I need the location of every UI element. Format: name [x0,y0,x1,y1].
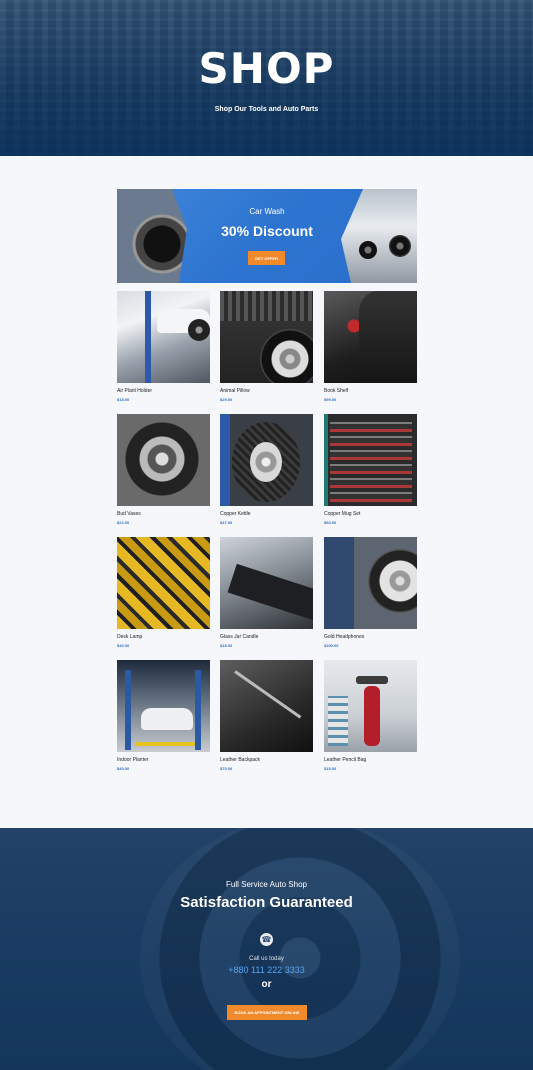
product-card[interactable]: Copper Kettle $47.00 [220,414,313,525]
product-image[interactable] [324,414,417,506]
product-image-detail [356,676,388,684]
product-name[interactable]: Glass Jar Candle [220,634,258,640]
product-image[interactable] [117,414,210,506]
product-image[interactable] [220,414,313,506]
product-price: $60.00 [324,520,337,525]
product-image-detail [368,549,417,613]
product-card[interactable]: Book Shelf $99.00 [324,291,417,402]
product-image[interactable] [220,660,313,752]
call-label: Call us today [249,956,284,962]
product-image-detail [234,670,302,719]
product-name[interactable]: Copper Kettle [220,511,251,517]
product-image-detail [141,708,193,730]
page-subtitle: Shop Our Tools and Auto Parts [214,106,319,113]
product-name[interactable]: Bud Vases [117,511,141,517]
product-price: $29.00 [220,397,233,402]
product-image-detail [125,670,131,750]
product-image[interactable] [220,537,313,629]
product-image[interactable] [220,291,313,383]
banner-subtitle: Car Wash [249,207,285,216]
phone-icon: ☎ [260,933,273,946]
product-card[interactable]: Bud Vases $22.00 [117,414,210,525]
product-card[interactable]: Desk Lamp $40.00 [117,537,210,648]
or-divider: or [261,979,272,990]
product-price: $15.00 [324,766,337,771]
product-card[interactable]: Glass Jar Candle $18.00 [220,537,313,648]
footer-overlay [0,828,533,1070]
product-card[interactable]: Gold Headphones $200.00 [324,537,417,648]
product-card[interactable]: Animal Pillow $29.00 [220,291,313,402]
product-image[interactable] [117,537,210,629]
product-image-detail [328,696,348,746]
product-price: $40.00 [117,643,130,648]
product-image-detail [220,291,313,321]
banner-headline: 30% Discount [221,223,313,239]
product-card[interactable]: Leather Backpack $70.00 [220,660,313,771]
product-image-detail [188,319,210,341]
cta-section: Full Service Auto Shop Satisfaction Guar… [0,828,533,1070]
product-image[interactable] [324,291,417,383]
product-name[interactable]: Leather Pencil Bag [324,757,366,763]
product-card[interactable]: Copper Mug Set $60.00 [324,414,417,525]
product-name[interactable]: Air Plant Holder [117,388,152,394]
get-offer-button[interactable]: GET OFFER [248,251,285,265]
product-price: $200.00 [324,643,339,648]
product-image[interactable] [117,660,210,752]
product-image-detail [260,329,313,383]
product-image-detail [364,686,380,746]
product-name[interactable]: Indoor Planter [117,757,148,763]
promo-banner[interactable]: Car Wash 30% Discount GET OFFER [117,189,417,283]
product-name[interactable]: Desk Lamp [117,634,142,640]
product-name[interactable]: Book Shelf [324,388,348,394]
product-price: $40.00 [117,766,130,771]
cta-eyebrow: Full Service Auto Shop [226,880,307,889]
phone-number-link[interactable]: +880 111 222 3333 [0,965,533,975]
car-wheel-icon [359,241,377,259]
hero-section: SHOP Shop Our Tools and Auto Parts [0,0,533,156]
product-price: $99.00 [324,397,337,402]
product-price: $70.00 [220,766,233,771]
product-name[interactable]: Animal Pillow [220,388,250,394]
product-price: $18.00 [220,643,233,648]
product-image-detail [250,442,282,482]
page-title: SHOP [198,44,335,93]
product-image-detail [330,422,412,502]
cta-headline: Satisfaction Guaranteed [180,894,353,911]
book-appointment-button[interactable]: BOOK AN APPOINTMENT ONLINE [227,1005,307,1020]
product-price: $22.00 [117,520,130,525]
product-image-detail [135,742,195,746]
product-name[interactable]: Copper Mug Set [324,511,360,517]
product-card[interactable]: Air Plant Holder $15.00 [117,291,210,402]
product-price: $15.00 [117,397,130,402]
product-image-detail [145,291,151,383]
product-card[interactable]: Indoor Planter $40.00 [117,660,210,771]
product-image-detail [195,670,201,750]
product-price: $47.00 [220,520,233,525]
product-card[interactable]: Leather Pencil Bag $15.00 [324,660,417,771]
product-image-detail [359,291,417,383]
product-image[interactable] [324,537,417,629]
product-image[interactable] [117,291,210,383]
product-name[interactable]: Leather Backpack [220,757,260,763]
product-image-detail [227,563,313,621]
product-name[interactable]: Gold Headphones [324,634,364,640]
product-image[interactable] [324,660,417,752]
